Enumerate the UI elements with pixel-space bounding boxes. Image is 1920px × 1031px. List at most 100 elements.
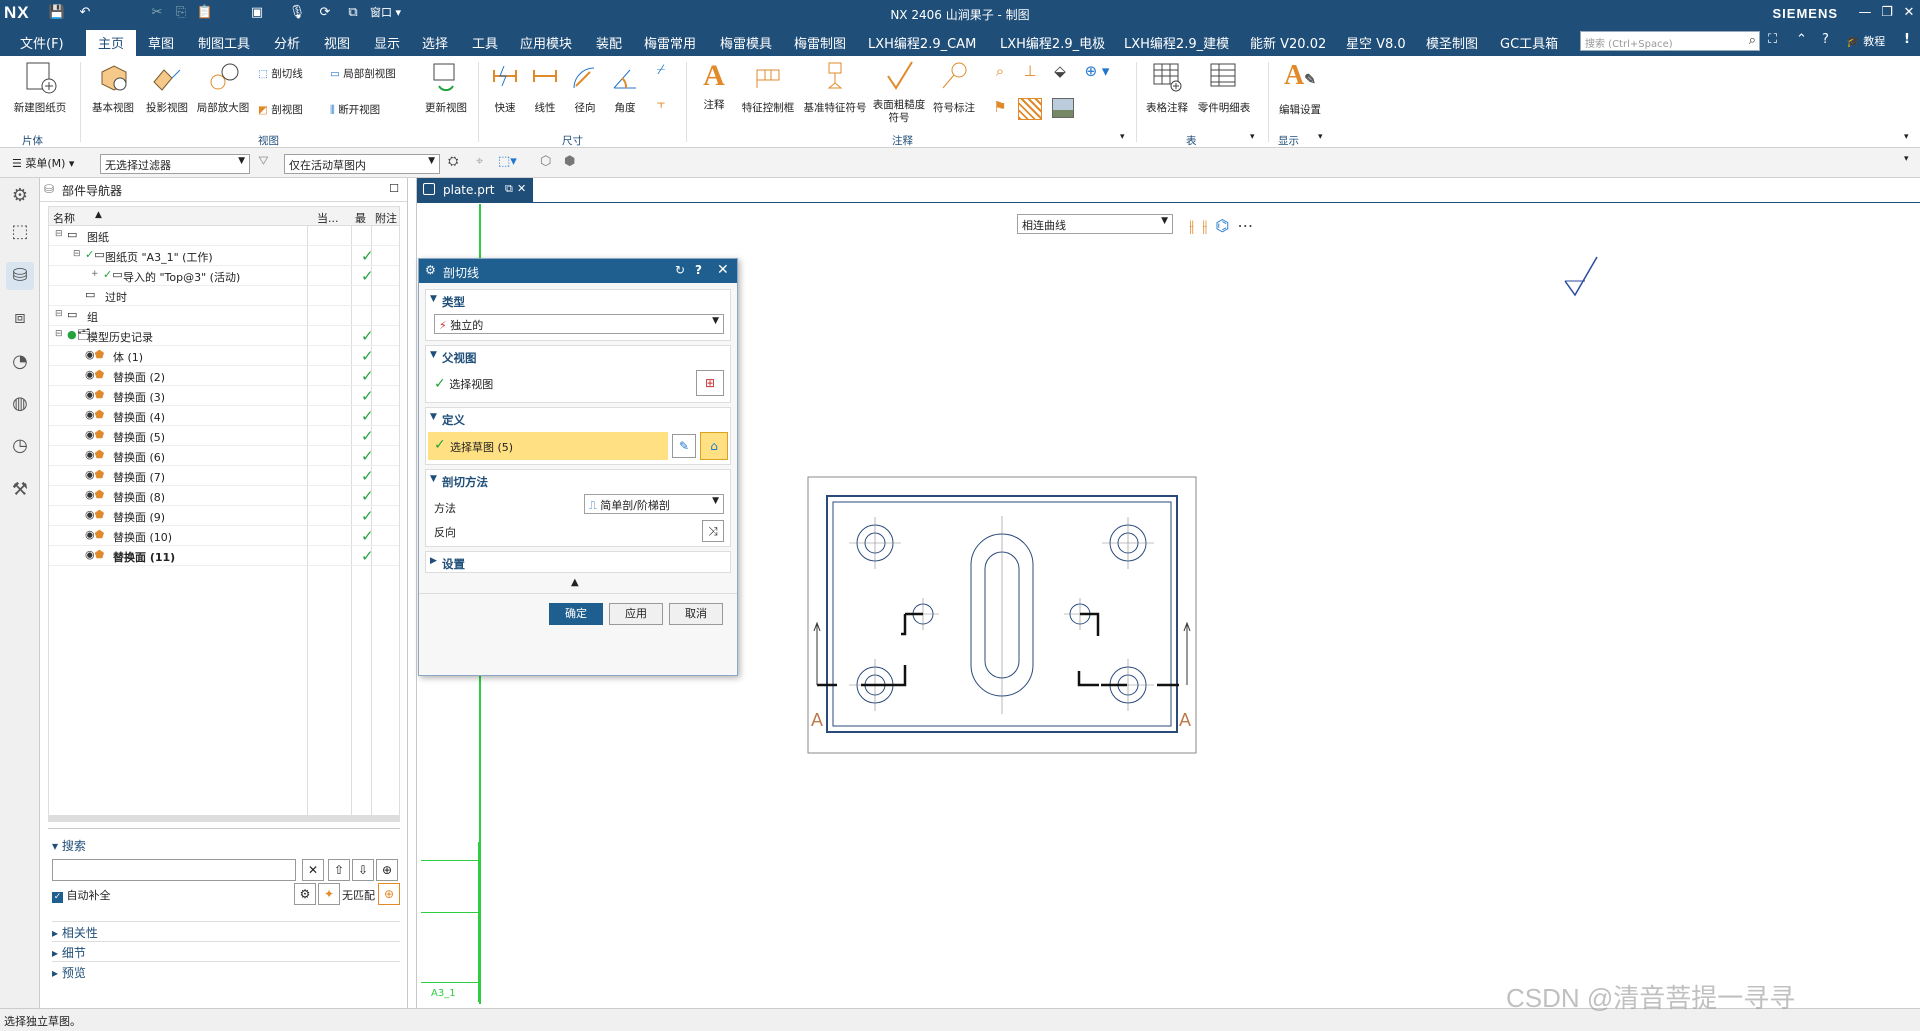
menu-analysis[interactable]: 分析 <box>274 33 300 52</box>
minimize-button[interactable]: — <box>1854 3 1876 23</box>
ok-button[interactable]: 确定 <box>549 603 603 625</box>
maximize-icon[interactable]: ☐ <box>389 182 399 195</box>
search-up-icon[interactable]: ⇧ <box>328 859 350 881</box>
tree-row[interactable]: ◉⬟ 替换面 (8) ✓ <box>49 486 399 506</box>
projected-view-button[interactable]: 投影视图 <box>140 60 194 115</box>
collapse-icon[interactable]: ▼ <box>430 412 437 422</box>
collapse-icon[interactable]: ▼ <box>430 350 437 360</box>
filter-match-icon[interactable]: ⊕ <box>378 883 400 905</box>
menu-view[interactable]: 视图 <box>324 33 350 52</box>
parent-view-header[interactable]: 父视图 <box>442 350 477 366</box>
surface-finish-symbol[interactable] <box>1547 253 1607 303</box>
filter-icon[interactable]: ⛛ <box>258 154 269 169</box>
weld-symbol-icon[interactable]: ⌕ <box>988 62 1012 80</box>
reset-icon[interactable]: ↻ <box>675 263 685 277</box>
center-mark-icon[interactable]: ⊕ ▾ <box>1080 62 1114 80</box>
menu-file[interactable]: 文件(F) <box>20 33 64 52</box>
id-symbol-button[interactable]: 符号标注 <box>928 60 980 115</box>
select-sketch-row[interactable]: ✓ 选择草图 (5) <box>428 432 668 460</box>
help-icon[interactable]: ? <box>695 263 702 277</box>
collapse-more-icon[interactable]: ▲ <box>571 577 579 588</box>
clear-search-icon[interactable]: ✕ <box>302 859 324 881</box>
menu-tools[interactable]: 工具 <box>472 33 498 52</box>
image-icon[interactable] <box>1052 98 1074 118</box>
method-select[interactable]: ⎍ 简单剖/阶梯剖 ▼ <box>584 494 724 514</box>
ribbon-options-icon[interactable]: ▾ <box>1904 132 1909 142</box>
feature-control-frame-button[interactable]: 特征控制框 <box>738 60 798 115</box>
col-name[interactable]: 名称 <box>53 210 75 226</box>
settings-icon[interactable]: ⚙ <box>6 182 34 210</box>
details-section[interactable]: ▸ 细节 <box>52 941 400 961</box>
menu-meilei-drawing[interactable]: 梅雷制图 <box>794 33 846 52</box>
assembly-navigator-icon[interactable]: ⬚ <box>6 218 34 246</box>
parts-list-button[interactable]: 零件明细表 <box>1194 60 1254 115</box>
snap-icon[interactable]: ⛭ <box>448 154 458 169</box>
tree-row[interactable]: ◉⬟ 体 (1) ✓ <box>49 346 399 366</box>
close-button[interactable]: ✕ <box>1898 3 1920 23</box>
expand-toggle-icon[interactable]: ⊟ <box>73 249 81 259</box>
tree-scrollbar[interactable] <box>48 816 400 822</box>
reuse-library-icon[interactable]: ⧈ <box>6 304 34 332</box>
tree-row[interactable]: ◉⬟ 替换面 (10) ✓ <box>49 526 399 546</box>
select-feature-icon[interactable]: ⌖ <box>476 154 483 169</box>
snap-tools[interactable]: ⫲⫲⌬⋯ <box>1189 216 1261 236</box>
history-icon[interactable]: ◷ <box>6 432 34 460</box>
datum-feature-button[interactable]: 基准特征符号 <box>800 60 870 115</box>
tabular-note-button[interactable]: 表格注释 <box>1142 60 1192 115</box>
tree-row[interactable]: + ✓▭ 导入的 "Top@3" (活动) ✓ <box>49 266 399 286</box>
col-current[interactable]: 当... <box>317 210 339 226</box>
sort-icon[interactable]: ▲ <box>95 210 102 220</box>
expand-toggle-icon[interactable]: ⊟ <box>55 329 63 339</box>
fullscreen-icon[interactable]: ⛶ <box>1768 32 1777 47</box>
type-select[interactable]: ⚡ 独立的 ▼ <box>434 314 724 334</box>
menu-nengxin[interactable]: 能新 V20.02 <box>1250 33 1326 52</box>
menu-button[interactable]: ☰ 菜单(M) ▾ <box>12 155 74 171</box>
tree-row[interactable]: ◉⬟ 替换面 (7) ✓ <box>49 466 399 486</box>
flag-icon[interactable]: ⚑ <box>988 98 1012 116</box>
target-point-icon[interactable]: ⊥ <box>1018 62 1042 80</box>
update-view-button[interactable]: 更新视图 <box>420 60 472 115</box>
auto-complete-checkbox[interactable]: ✓ 自动补全 <box>52 887 111 903</box>
expand-toggle-icon[interactable]: + <box>91 269 99 279</box>
navigator-search-input[interactable] <box>52 859 296 881</box>
surface-finish-button[interactable]: 表面粗糙度符号 <box>872 60 926 125</box>
tree-row[interactable]: ◉⬟ 替换面 (2) ✓ <box>49 366 399 386</box>
menu-meilei-mold[interactable]: 梅雷模具 <box>720 33 772 52</box>
menu-home[interactable]: 主页 <box>86 30 136 59</box>
undock-icon[interactable]: ⧉ <box>505 182 513 196</box>
break-out-section-button[interactable]: ▭ 局部剖视图 <box>330 66 396 81</box>
collapse-icon[interactable]: ⌃ <box>1796 32 1807 47</box>
alert-icon[interactable]: ! <box>1904 32 1910 47</box>
menu-lxh-cam[interactable]: LXH编程2.9_CAM <box>868 33 976 52</box>
table-more-icon[interactable]: ▾ <box>1250 132 1255 142</box>
linear-dimension-button[interactable]: 线性 <box>526 60 564 115</box>
tree-row[interactable]: ⊟ ●🗂 模型历史记录 ✓ <box>49 326 399 346</box>
radial-dimension-button[interactable]: 径向 <box>566 60 604 115</box>
collapse-icon[interactable]: ▼ <box>430 474 437 484</box>
menu-applications[interactable]: 应用模块 <box>520 33 572 52</box>
menu-select[interactable]: 选择 <box>422 33 448 52</box>
ordinate-dimension-icon[interactable]: ⫟ <box>648 96 674 112</box>
hatch-icon[interactable] <box>1018 98 1042 120</box>
fill-icon[interactable]: ⬙ <box>1048 62 1072 80</box>
tree-row[interactable]: ⊟ ✓▭ 图纸页 "A3_1" (工作) ✓ <box>49 246 399 266</box>
drawing-view[interactable]: A A <box>807 476 1199 754</box>
cancel-button[interactable]: 取消 <box>669 603 723 625</box>
help-icon[interactable]: ? <box>1822 32 1829 47</box>
roles-icon[interactable]: ⚒ <box>6 476 34 504</box>
select-all-icon[interactable]: ⬚▾ <box>498 154 517 169</box>
new-sheet-button[interactable]: 新建图纸页 <box>8 60 72 115</box>
menu-meilei-common[interactable]: 梅雷常用 <box>644 33 696 52</box>
define-header[interactable]: 定义 <box>442 412 465 428</box>
menu-gc-toolbox[interactable]: GC工具箱 <box>1500 33 1558 52</box>
hd3d-icon[interactable]: ◔ <box>6 348 34 376</box>
display-more-icon[interactable]: ▾ <box>1318 132 1323 142</box>
tutorial-link[interactable]: 🎓 教程 <box>1846 33 1885 49</box>
menu-xingkong[interactable]: 星空 V8.0 <box>1346 33 1406 52</box>
command-search[interactable]: 搜索 (Ctrl+Space) ⌕ <box>1580 31 1760 51</box>
tree-row[interactable]: ◉⬟ 替换面 (11) ✓ <box>49 546 399 566</box>
settings-header[interactable]: 设置 <box>442 556 465 572</box>
chamfer-dimension-icon[interactable]: ⌿ <box>648 62 674 78</box>
tree-row[interactable]: ◉⬟ 替换面 (6) ✓ <box>49 446 399 466</box>
sketch-icon[interactable]: ✎ <box>672 434 696 458</box>
